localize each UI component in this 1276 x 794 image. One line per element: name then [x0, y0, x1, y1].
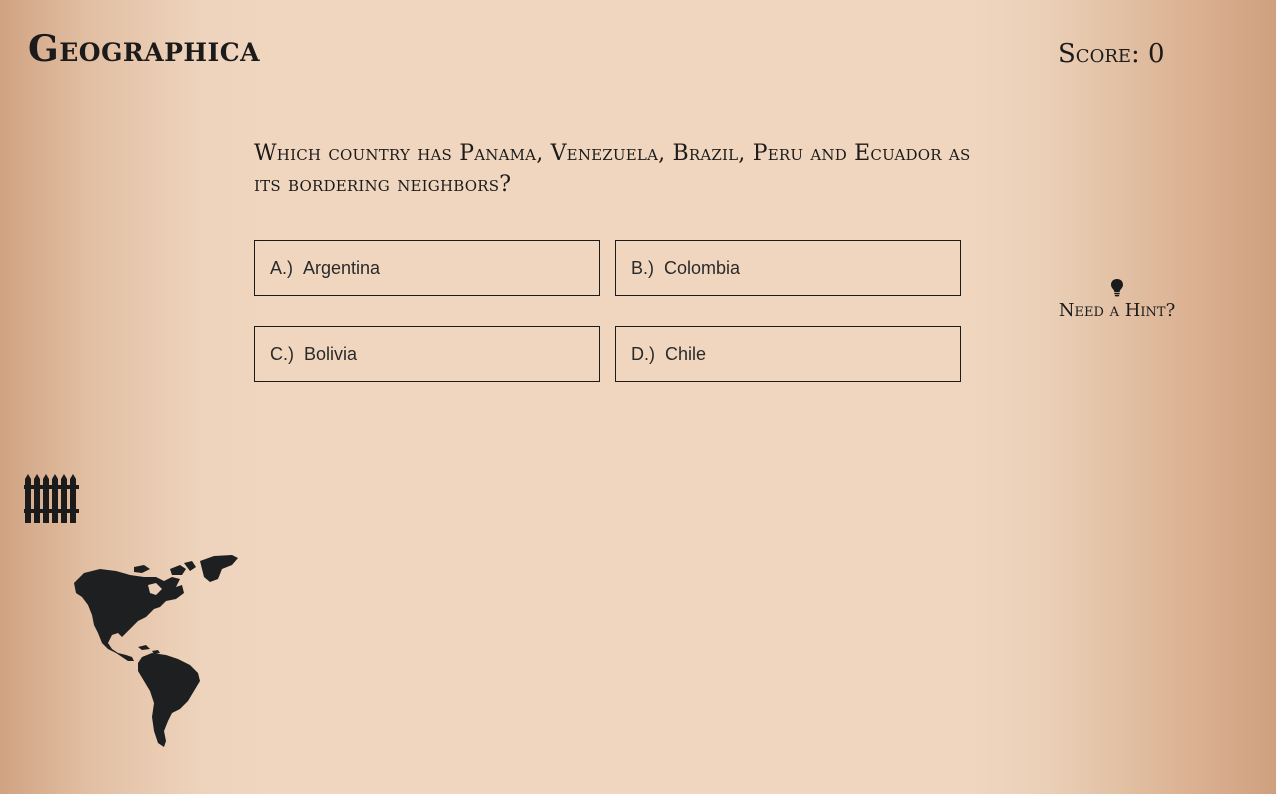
answer-letter: D.)	[631, 343, 655, 364]
app-title: Geographica	[28, 28, 261, 70]
hint-button[interactable]: Need a Hint?	[1050, 278, 1184, 321]
answer-grid: A.) Argentina B.) Colombia C.) Bolivia D…	[254, 240, 961, 382]
answer-label: Argentina	[303, 257, 381, 278]
answer-option-d[interactable]: D.) Chile	[615, 326, 961, 382]
answer-label: Colombia	[664, 257, 741, 278]
lightbulb-icon	[1111, 279, 1123, 297]
answer-label: Chile	[665, 343, 707, 364]
americas-map-icon	[72, 555, 238, 753]
hint-label: Need a Hint?	[1058, 300, 1176, 321]
answer-letter: C.)	[270, 343, 294, 364]
score-display: Score: 0	[1058, 39, 1165, 69]
answer-option-a[interactable]: A.) Argentina	[254, 240, 600, 296]
answer-letter: B.)	[631, 257, 655, 278]
answer-option-c[interactable]: C.) Bolivia	[254, 326, 600, 382]
fence-icon[interactable]	[24, 473, 80, 527]
question-text: Which country has Panama, Venezuela, Bra…	[254, 141, 971, 197]
answer-letter: A.)	[270, 257, 294, 278]
answer-label: Bolivia	[304, 343, 358, 364]
answer-option-b[interactable]: B.) Colombia	[615, 240, 961, 296]
